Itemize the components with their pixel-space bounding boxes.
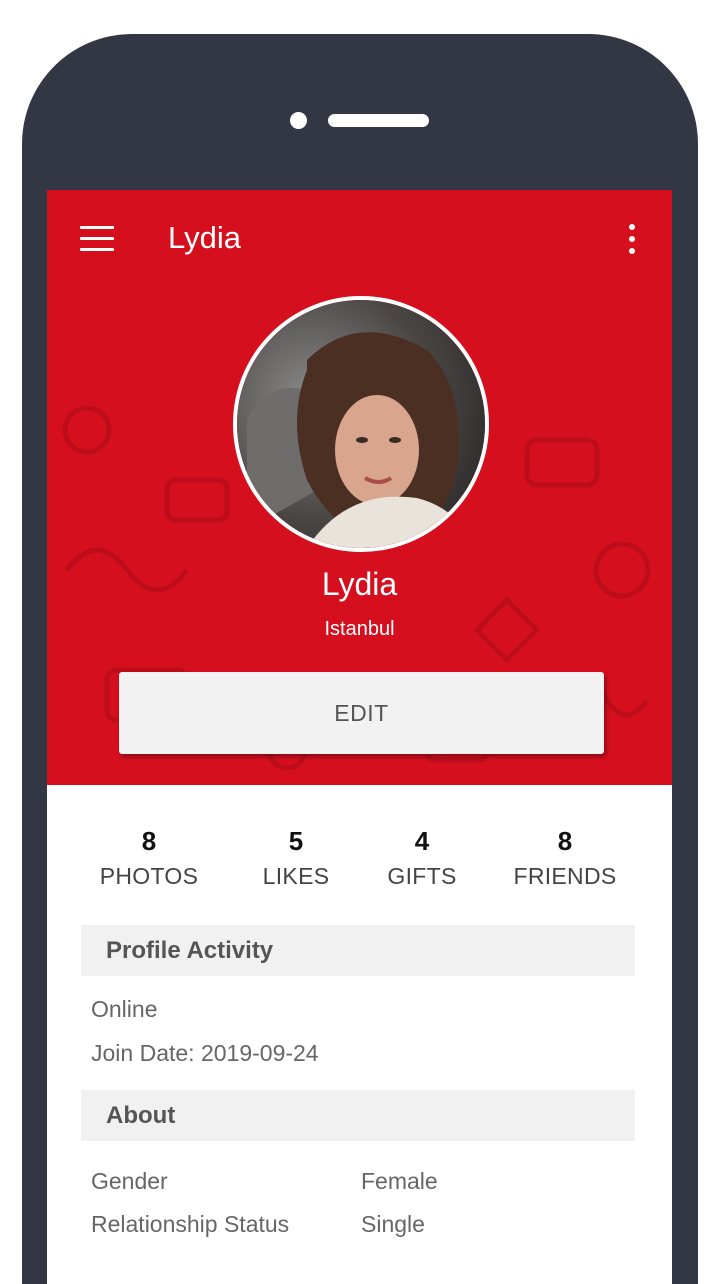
app-screen: Lydia Lydia Istanbul EDIT 8 PHOTOS 5 LIK… bbox=[47, 190, 672, 1284]
stat-friends[interactable]: 8 FRIENDS bbox=[485, 826, 645, 890]
profile-stats: 8 PHOTOS 5 LIKES 4 GIFTS 8 FRIENDS bbox=[47, 826, 672, 896]
stat-value: 4 bbox=[414, 826, 430, 856]
hamburger-menu-icon[interactable] bbox=[80, 226, 114, 252]
stat-label: FRIENDS bbox=[513, 863, 617, 889]
section-title: Profile Activity bbox=[106, 937, 274, 964]
online-status: Online bbox=[91, 996, 158, 1022]
relationship-label: Relationship Status bbox=[91, 1211, 290, 1237]
stat-value: 8 bbox=[141, 826, 157, 856]
gender-label: Gender bbox=[91, 1168, 168, 1194]
camera-dot bbox=[290, 112, 307, 129]
join-date: Join Date: 2019-09-24 bbox=[91, 1040, 319, 1066]
avatar[interactable] bbox=[233, 296, 489, 552]
stat-label: GIFTS bbox=[387, 863, 457, 889]
profile-activity-header: Profile Activity bbox=[81, 925, 635, 976]
more-vertical-icon[interactable] bbox=[622, 222, 642, 256]
stat-value: 8 bbox=[557, 826, 573, 856]
app-bar-title: Lydia bbox=[168, 220, 241, 255]
stat-photos[interactable]: 8 PHOTOS bbox=[69, 826, 229, 890]
profile-city: Istanbul bbox=[324, 618, 395, 640]
relationship-value: Single bbox=[361, 1211, 425, 1237]
gender-value: Female bbox=[361, 1168, 438, 1194]
about-header: About bbox=[81, 1090, 635, 1141]
profile-header: Lydia Lydia Istanbul EDIT bbox=[47, 190, 672, 785]
edit-profile-button[interactable]: EDIT bbox=[119, 672, 604, 754]
stat-label: PHOTOS bbox=[99, 863, 199, 889]
stat-gifts[interactable]: 4 GIFTS bbox=[342, 826, 502, 890]
speaker-grille bbox=[328, 114, 429, 127]
profile-name: Lydia bbox=[321, 566, 398, 602]
section-title: About bbox=[106, 1102, 176, 1129]
